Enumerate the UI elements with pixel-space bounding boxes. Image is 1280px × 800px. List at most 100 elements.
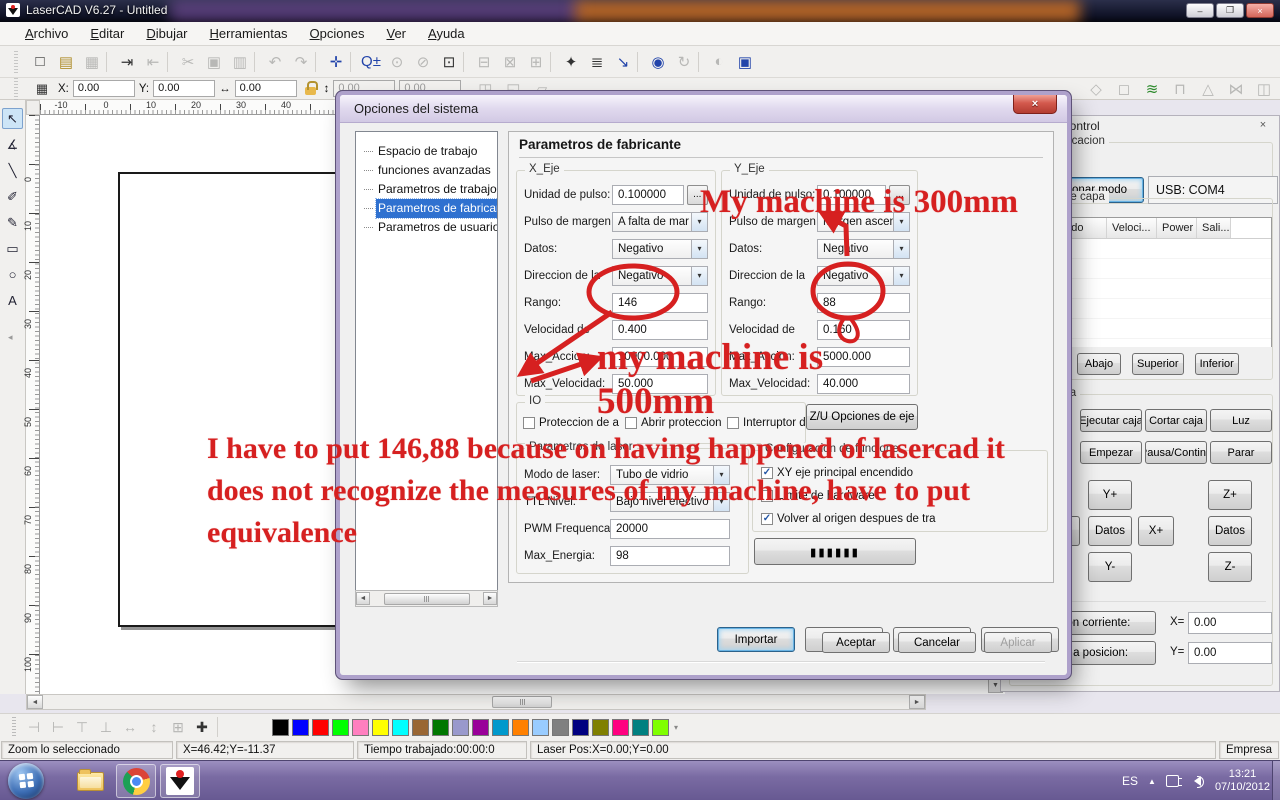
machine-button[interactable]: Empezar bbox=[1080, 441, 1142, 464]
copy-icon[interactable]: ▣ bbox=[202, 50, 226, 74]
menu-item[interactable]: Editar bbox=[79, 22, 135, 46]
zoom-icon[interactable]: Q± bbox=[359, 50, 383, 74]
language-indicator[interactable]: ES bbox=[1122, 774, 1138, 788]
hatch-icon[interactable]: ≋ bbox=[1140, 77, 1164, 101]
tree-item[interactable]: Parametros de trabajo bbox=[356, 180, 497, 199]
open-icon[interactable]: ▤ bbox=[54, 50, 78, 74]
menu-item[interactable]: Ver bbox=[375, 22, 417, 46]
machine-button[interactable]: Parar bbox=[1210, 441, 1272, 464]
color-swatch[interactable] bbox=[432, 719, 449, 736]
output-icon[interactable]: ▣ bbox=[733, 50, 757, 74]
menu-item[interactable]: Dibujar bbox=[135, 22, 198, 46]
taskbar-chrome-button[interactable] bbox=[116, 764, 156, 798]
tree-scroll-left-icon[interactable]: ◄ bbox=[356, 592, 370, 605]
jog-z-plus-button[interactable]: Z+ bbox=[1208, 480, 1252, 510]
rotate-icon[interactable]: ↻ bbox=[672, 50, 696, 74]
save-icon[interactable]: ▦ bbox=[80, 50, 104, 74]
jog-y-plus-button[interactable]: Y+ bbox=[1088, 480, 1132, 510]
color-swatch[interactable] bbox=[292, 719, 309, 736]
color-swatch[interactable] bbox=[272, 719, 289, 736]
toolbar-icon[interactable] bbox=[254, 52, 261, 72]
export-icon[interactable]: ⇤ bbox=[141, 50, 165, 74]
canvas-h-scrollbar[interactable]: ◄ ► bbox=[26, 694, 926, 710]
align-left-icon[interactable]: ⊣ bbox=[22, 716, 46, 738]
param-field[interactable]: 40.000 bbox=[817, 374, 910, 394]
show-desktop-button[interactable] bbox=[1272, 761, 1280, 800]
jog-y-minus-button[interactable]: Y- bbox=[1088, 552, 1132, 582]
layer-order-button[interactable]: Abajo bbox=[1077, 353, 1121, 375]
file-button[interactable]: Importar bbox=[717, 627, 795, 652]
param-field[interactable]: Negativo bbox=[817, 266, 910, 286]
tools-more-icon[interactable]: ◂ bbox=[8, 332, 13, 343]
select-tool[interactable]: ↖ bbox=[2, 108, 23, 129]
combine-icon[interactable]: ⊞ bbox=[524, 50, 548, 74]
width-field[interactable]: 0.00 bbox=[235, 80, 297, 97]
mirror-h-icon[interactable]: ⋈ bbox=[1224, 77, 1248, 101]
scroll-left-icon[interactable]: ◄ bbox=[27, 695, 43, 709]
panel-close-icon[interactable]: × bbox=[1255, 119, 1271, 131]
cut-icon[interactable]: ✂ bbox=[176, 50, 200, 74]
param-field[interactable]: 98 bbox=[610, 546, 730, 566]
toolbar-icon[interactable] bbox=[315, 52, 322, 72]
color-swatch[interactable] bbox=[492, 719, 509, 736]
simulate-icon[interactable]: ✦ bbox=[559, 50, 583, 74]
curve-tool[interactable]: ✎ bbox=[2, 212, 23, 233]
import-icon[interactable]: ⇥ bbox=[115, 50, 139, 74]
menu-item[interactable]: Herramientas bbox=[199, 22, 299, 46]
param-field[interactable]: 0.160 bbox=[817, 320, 910, 340]
window-close-button[interactable]: × bbox=[1246, 3, 1274, 18]
color-swatch[interactable] bbox=[312, 719, 329, 736]
param-field[interactable]: Negativo bbox=[612, 266, 708, 286]
line-tool[interactable]: ╲ bbox=[2, 160, 23, 181]
toolbar-icon[interactable] bbox=[350, 52, 357, 72]
toolbar-icon[interactable] bbox=[167, 52, 174, 72]
pan-icon[interactable]: ✛ bbox=[324, 50, 348, 74]
datos-right-button[interactable]: Datos bbox=[1208, 516, 1252, 546]
node-icon[interactable]: ◉ bbox=[646, 50, 670, 74]
center-h-icon[interactable]: ↔ bbox=[118, 716, 142, 738]
maximize-button[interactable]: ❐ bbox=[1216, 3, 1244, 18]
align-bottom-icon[interactable]: ⊥ bbox=[94, 716, 118, 738]
ungroup-icon[interactable]: ⊠ bbox=[498, 50, 522, 74]
new-icon[interactable]: □ bbox=[28, 50, 52, 74]
tree-scroll-thumb[interactable] bbox=[384, 593, 470, 605]
y-coord-field[interactable]: 0.00 bbox=[153, 80, 215, 97]
pick-icon[interactable]: ↘ bbox=[611, 50, 635, 74]
bridge-icon[interactable]: ⊓ bbox=[1168, 77, 1192, 101]
color-swatch[interactable] bbox=[532, 719, 549, 736]
zoom-out-icon[interactable]: ⊘ bbox=[411, 50, 435, 74]
apply-button[interactable]: Aplicar bbox=[984, 632, 1052, 653]
pen-tool[interactable]: ✐ bbox=[2, 186, 23, 207]
color-swatch[interactable] bbox=[652, 719, 669, 736]
taskbar-explorer-button[interactable] bbox=[70, 764, 110, 798]
color-swatch[interactable] bbox=[592, 719, 609, 736]
tree-scrollbar[interactable]: ◄ ► bbox=[355, 590, 498, 607]
taskbar-lasercad-button[interactable] bbox=[160, 764, 200, 798]
menu-item[interactable]: Ayuda bbox=[417, 22, 476, 46]
checkbox-icon[interactable] bbox=[727, 417, 739, 429]
machine-button[interactable]: Cortar caja bbox=[1145, 409, 1207, 432]
data-list-icon[interactable]: ≣ bbox=[585, 50, 609, 74]
scroll-right-icon[interactable]: ► bbox=[909, 695, 925, 709]
toolbar-icon[interactable] bbox=[550, 52, 557, 72]
weld-icon[interactable]: ◇ bbox=[1084, 77, 1108, 101]
world-icon[interactable]: ◐ bbox=[707, 50, 731, 74]
checkbox-icon[interactable] bbox=[523, 417, 535, 429]
color-swatch[interactable] bbox=[392, 719, 409, 736]
start-button[interactable] bbox=[8, 763, 44, 799]
tree-item[interactable]: Parametros de usuario bbox=[356, 218, 497, 237]
toolbar-icon[interactable] bbox=[698, 52, 705, 72]
tree-item[interactable]: Parametros de fabricar bbox=[356, 199, 497, 218]
scroll-thumb[interactable] bbox=[492, 696, 552, 708]
align-top-icon[interactable]: ⊤ bbox=[70, 716, 94, 738]
dialog-titlebar[interactable]: Opciones del sistema × bbox=[340, 95, 1067, 123]
config-checkbox[interactable]: Volver al origen despues de tra bbox=[761, 507, 1039, 530]
accept-button[interactable]: Aceptar bbox=[822, 632, 890, 653]
machine-button[interactable]: Pausa/Continu bbox=[1145, 441, 1207, 464]
palette-more-icon[interactable]: ▾ bbox=[674, 723, 678, 732]
color-swatch[interactable] bbox=[612, 719, 629, 736]
network-icon[interactable] bbox=[1166, 775, 1179, 787]
snap-center-icon[interactable]: ✚ bbox=[190, 716, 214, 738]
datos-left-button[interactable]: Datos bbox=[1088, 516, 1132, 546]
center-v-icon[interactable]: ↕ bbox=[142, 716, 166, 738]
